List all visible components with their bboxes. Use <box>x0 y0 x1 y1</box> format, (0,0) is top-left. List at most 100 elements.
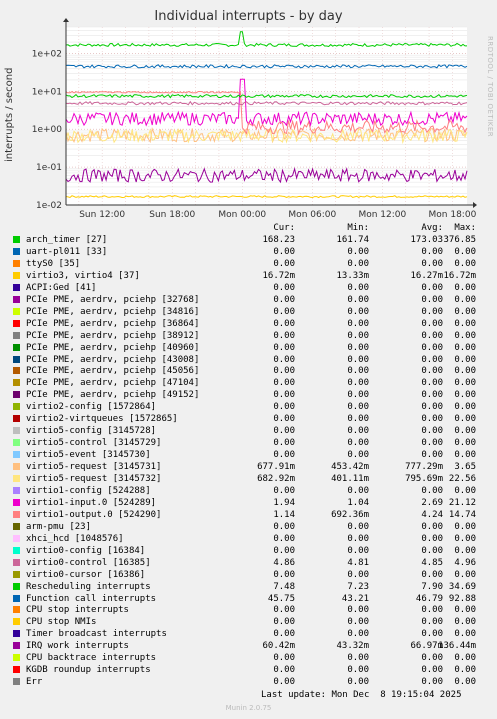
legend-value-min: 0.00 <box>347 258 369 269</box>
legend-series-name: Function call interrupts <box>26 593 157 604</box>
legend-value-min: 0.00 <box>347 665 369 676</box>
legend-row: CPU stop interrupts 0.00 0.00 0.00 0.00 <box>13 604 483 616</box>
legend-row: xhci_hcd [1048576] 0.00 0.00 0.00 0.00 <box>13 533 483 545</box>
legend-row: PCIe PME, aerdrv, pciehp [32768] 0.00 0.00… <box>13 294 483 306</box>
legend-value-cur: 0.00 <box>273 545 295 556</box>
legend-series-name: PCIe PME, aerdrv, pciehp [32768] <box>26 294 200 305</box>
legend-series-name: Err <box>26 677 43 688</box>
legend-row: PCIe PME, aerdrv, pciehp [36864] 0.00 0.00… <box>13 318 483 330</box>
legend-value-max: 0.00 <box>454 246 476 257</box>
legend-swatch <box>13 654 20 662</box>
legend-value-cur: 7.48 <box>273 581 295 592</box>
legend-row: PCIe PME, aerdrv, pciehp [34816] 0.00 0.00… <box>13 306 483 318</box>
x-tick-label: Mon 06:00 <box>288 210 336 220</box>
legend-value-max: 0.00 <box>454 318 476 329</box>
legend-value-max: 34.69 <box>448 581 476 592</box>
legend-series-name: CPU stop interrupts <box>26 605 129 616</box>
legend-series-name: CPU stop NMIs <box>26 617 97 628</box>
legend-value-max: 0.00 <box>454 545 476 556</box>
legend-row: virtio0-control [16385] 4.86 4.81 4.85 4.96 <box>13 557 483 569</box>
legend-value-cur: 0.00 <box>273 653 295 664</box>
legend-series-name: PCIe PME, aerdrv, pciehp [36864] <box>26 318 200 329</box>
legend-swatch <box>13 534 20 542</box>
legend-swatch <box>13 391 20 399</box>
legend-value-max: 136.44m <box>438 641 476 652</box>
legend-value-min: 692.36m <box>331 509 369 520</box>
legend-series-name: PCIe PME, aerdrv, pciehp [38912] <box>26 330 200 341</box>
legend-swatch <box>13 247 20 255</box>
legend-value-min: 0.00 <box>347 414 369 425</box>
legend-value-max: 0.00 <box>454 533 476 544</box>
legend-row: arm-pmu [23] 0.00 0.00 0.00 0.00 <box>13 521 483 533</box>
y-tick-label: 1e-02 <box>36 201 62 211</box>
legend-value-cur: 60.42m <box>262 641 295 652</box>
legend-swatch <box>13 439 20 447</box>
legend-value-cur: 0.00 <box>273 294 295 305</box>
legend-value-cur: 677.91m <box>257 462 295 473</box>
legend-value-min: 0.00 <box>347 294 369 305</box>
legend-value-min: 453.42m <box>331 462 369 473</box>
last-update-text: Last update: Mon Dec 8 19:15:04 2025 <box>261 690 462 700</box>
legend-value-max: 21.12 <box>448 497 476 508</box>
legend-row: PCIe PME, aerdrv, pciehp [38912] 0.00 0.00… <box>13 330 483 342</box>
legend-value-max: 0.00 <box>454 294 476 305</box>
legend-value-min: 1.04 <box>347 497 369 508</box>
legend-value-max: 0.00 <box>454 330 476 341</box>
legend-swatch <box>13 558 20 566</box>
legend-value-cur: 0.00 <box>273 282 295 293</box>
legend-row: PCIe PME, aerdrv, pciehp [49152] 0.00 0.00… <box>13 389 483 401</box>
legend-row: virtio2-virtqueues [1572865] 0.00 0.00 0.00… <box>13 413 483 425</box>
legend-value-cur: 16.72m <box>262 270 295 281</box>
legend-value-cur: 0.00 <box>273 402 295 413</box>
legend-series-name: PCIe PME, aerdrv, pciehp [47104] <box>26 378 200 389</box>
legend-value-min: 43.21 <box>341 593 369 604</box>
legend-value-min: 0.00 <box>347 426 369 437</box>
legend-series-name: virtio5-request [3145732] <box>26 474 162 484</box>
legend-value-cur: 0.00 <box>273 354 295 365</box>
legend-swatch <box>13 463 20 471</box>
legend-series-name: Timer broadcast interrupts <box>26 629 167 640</box>
legend-value-min: 0.00 <box>347 521 369 532</box>
x-tick-label: Mon 12:00 <box>358 210 406 220</box>
legend-value-cur: 0.00 <box>273 569 295 580</box>
x-axis-arrow <box>473 202 477 208</box>
legend-value-max: 14.74 <box>448 509 476 520</box>
legend-value-min: 43.32m <box>336 641 369 652</box>
legend-row: CPU backtrace interrupts 0.00 0.00 0.00 0.00 <box>13 652 483 664</box>
legend-row: ttyS0 [35] 0.00 0.00 0.00 0.00 <box>13 258 483 270</box>
legend-swatch <box>13 642 20 650</box>
legend-value-min: 401.11m <box>331 474 369 484</box>
legend-swatch <box>13 379 20 387</box>
legend-value-min: 0.00 <box>347 545 369 556</box>
legend-value-cur: 1.14 <box>273 509 295 520</box>
legend-series-name: virtio0-config [16384] <box>26 545 146 556</box>
legend-value-max: 0.00 <box>454 485 476 496</box>
y-tick-label: 1e+01 <box>32 87 62 97</box>
legend-header: Cur: Min: Avg: Max: <box>13 222 483 234</box>
legend-swatch <box>13 367 20 375</box>
legend-swatch <box>13 486 20 494</box>
legend-swatch <box>13 355 20 363</box>
legend-value-max: 0.00 <box>454 390 476 401</box>
legend-swatch <box>13 319 20 327</box>
legend-value-cur: 0.00 <box>273 366 295 377</box>
legend-value-max: 0.00 <box>454 366 476 377</box>
legend-row: virtio5-config [3145728] 0.00 0.00 0.00 0.00 <box>13 425 483 437</box>
legend-value-cur: 0.00 <box>273 330 295 341</box>
legend-value-cur: 0.00 <box>273 426 295 437</box>
legend-value-cur: 682.92m <box>257 474 295 484</box>
legend-swatch <box>13 403 20 411</box>
legend-series-name: virtio5-request [3145731] <box>26 462 162 473</box>
legend-value-max: 22.56 <box>448 474 476 484</box>
legend-series-name: xhci_hcd [1048576] <box>26 533 124 544</box>
legend-swatch <box>13 510 20 518</box>
legend-row: virtio1-input.0 [524289] 1.94 1.04 2.69 21.1… <box>13 497 483 509</box>
legend-row: IRQ work interrupts 60.42m 43.32m 66.97m 136… <box>13 640 483 652</box>
legend-value-min: 0.00 <box>347 366 369 377</box>
legend-header-cur: Cur: <box>273 223 295 233</box>
legend-swatch <box>13 618 20 626</box>
legend-swatch <box>13 271 20 279</box>
legend-row: CPU stop NMIs 0.00 0.00 0.00 0.00 <box>13 616 483 628</box>
legend-row: virtio3, virtio4 [37] 16.72m 13.33m 16.27m 1… <box>13 270 483 282</box>
x-tick-label: Mon 00:00 <box>218 210 266 220</box>
